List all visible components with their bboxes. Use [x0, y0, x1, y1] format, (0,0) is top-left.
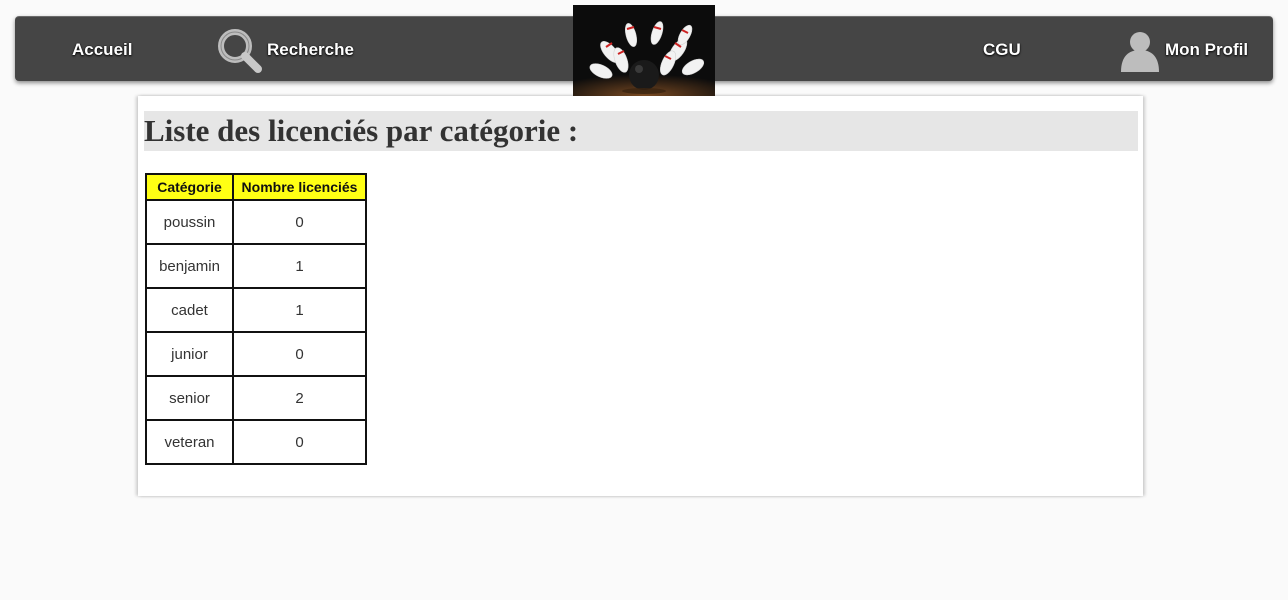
cell-nombre: 1 — [232, 287, 367, 333]
main-content: Liste des licenciés par catégorie : Caté… — [138, 96, 1143, 496]
nav-profil[interactable]: Mon Profil — [1119, 17, 1248, 82]
nav-accueil[interactable]: Accueil — [72, 17, 132, 82]
header-categorie: Catégorie — [145, 173, 234, 201]
licencies-table: Catégorie Nombre licenciés poussin 0 ben… — [145, 173, 367, 465]
cell-categorie: poussin — [145, 199, 234, 245]
cell-nombre: 0 — [232, 419, 367, 465]
cell-nombre: 2 — [232, 375, 367, 421]
user-silhouette-icon — [1119, 28, 1161, 72]
magnifier-icon — [215, 26, 263, 74]
table-header-row: Catégorie Nombre licenciés — [145, 173, 367, 201]
page-title: Liste des licenciés par catégorie : — [144, 111, 1138, 151]
cell-nombre: 0 — [232, 199, 367, 245]
header-nombre-licencies: Nombre licenciés — [232, 173, 367, 201]
cell-nombre: 0 — [232, 331, 367, 377]
table-row: benjamin 1 — [145, 243, 367, 289]
nav-accueil-label: Accueil — [72, 39, 133, 59]
nav-recherche-label: Recherche — [267, 39, 354, 59]
nav-recherche[interactable]: Recherche — [215, 17, 354, 82]
table-row: junior 0 — [145, 331, 367, 377]
table-row: veteran 0 — [145, 419, 367, 465]
bowling-logo[interactable] — [573, 5, 715, 96]
table-row: senior 2 — [145, 375, 367, 421]
cell-categorie: junior — [145, 331, 234, 377]
cell-nombre: 1 — [232, 243, 367, 289]
cell-categorie: senior — [145, 375, 234, 421]
bowling-pins-icon — [573, 5, 715, 96]
nav-cgu-label: CGU — [983, 39, 1021, 59]
nav-cgu[interactable]: CGU — [983, 17, 1021, 82]
cell-categorie: veteran — [145, 419, 234, 465]
table-row: cadet 1 — [145, 287, 367, 333]
table-row: poussin 0 — [145, 199, 367, 245]
cell-categorie: cadet — [145, 287, 234, 333]
cell-categorie: benjamin — [145, 243, 234, 289]
nav-profil-label: Mon Profil — [1165, 39, 1249, 59]
